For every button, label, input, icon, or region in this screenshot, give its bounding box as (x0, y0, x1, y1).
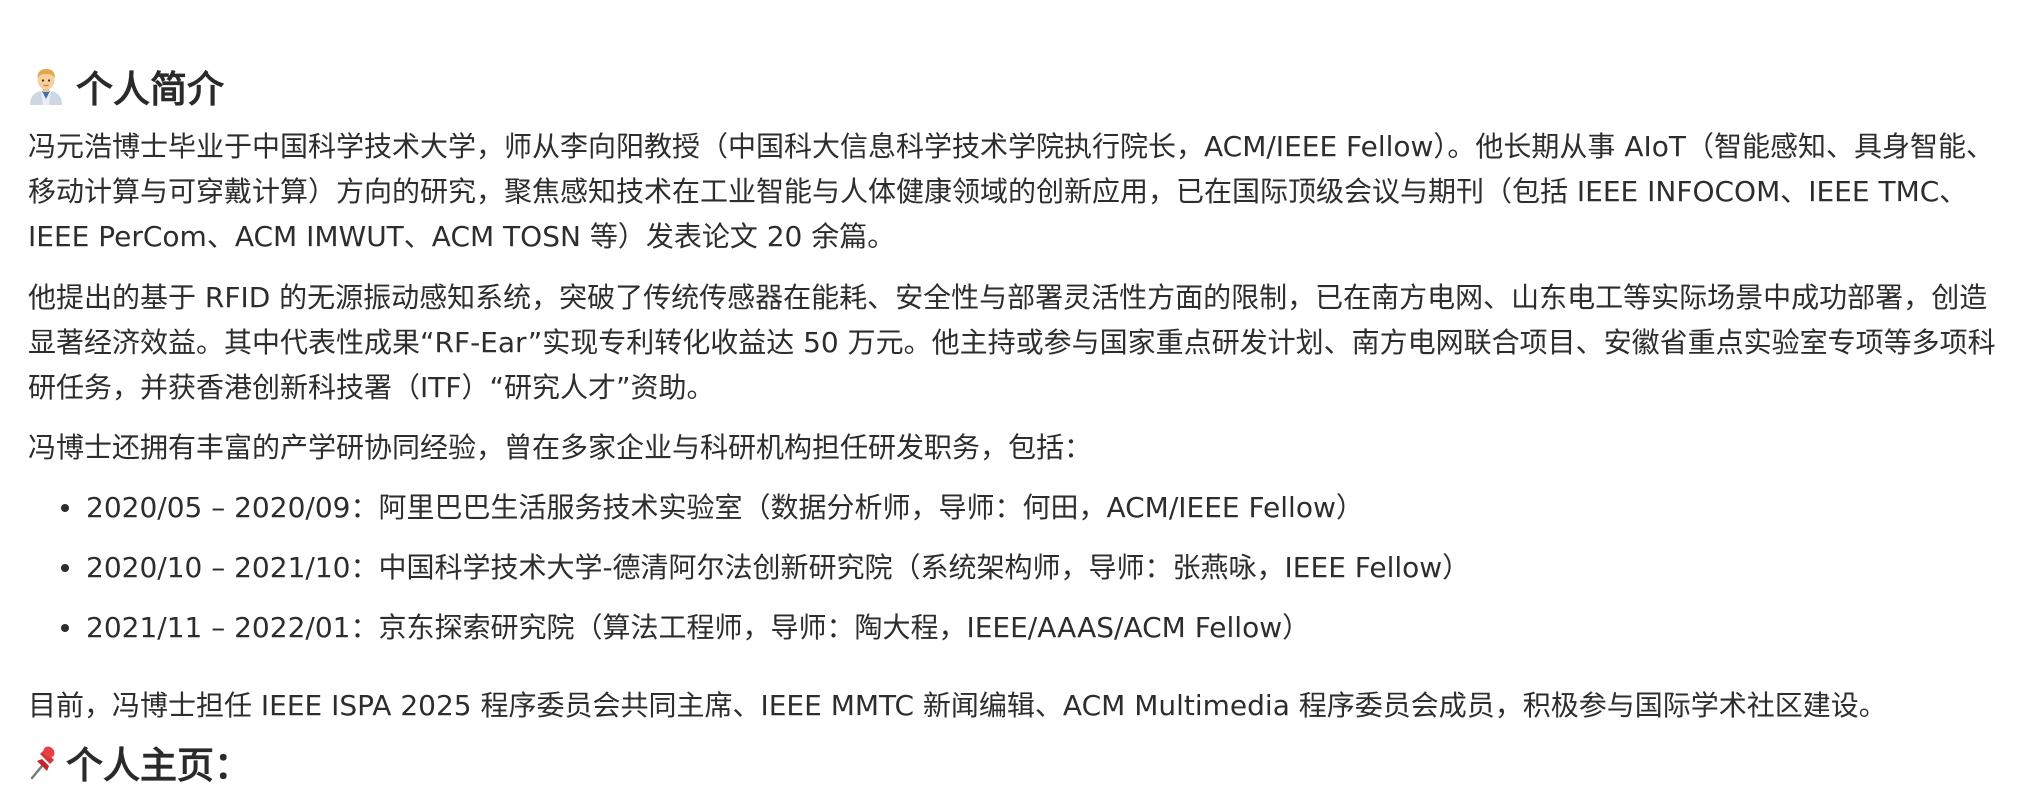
homepage-heading-text: 个人主页： (66, 744, 251, 787)
intro-heading: 个人简介 (28, 58, 224, 114)
homepage-heading: 个人主页： (28, 738, 251, 787)
man-technologist-icon (28, 67, 64, 105)
bullet-icon (61, 564, 69, 572)
list-item: 2020/10 – 2021/10：中国科学技术大学-德清阿尔法创新研究院（系统… (28, 545, 2008, 605)
experience-text: 2020/10 – 2021/10：中国科学技术大学-德清阿尔法创新研究院（系统… (86, 551, 1471, 584)
experience-text: 2021/11 – 2022/01：京东探索研究院（算法工程师，导师：陶大程，I… (86, 611, 1311, 644)
list-item: 2020/05 – 2020/09：阿里巴巴生活服务技术实验室（数据分析师，导师… (28, 485, 2008, 545)
bullet-icon (61, 624, 69, 632)
bio-paragraph-2: 他提出的基于 RFID 的无源振动感知系统，突破了传统传感器在能耗、安全性与部署… (28, 281, 1996, 404)
bullet-icon (61, 504, 69, 512)
bio-paragraph-1: 冯元浩博士毕业于中国科学技术大学，师从李向阳教授（中国科大信息科学技术学院执行院… (28, 130, 1994, 253)
list-item: 2021/11 – 2022/01：京东探索研究院（算法工程师，导师：陶大程，I… (28, 605, 2008, 665)
bio-paragraph-3: 冯博士还拥有丰富的产学研协同经验，曾在多家企业与科研机构担任研发职务，包括： (28, 431, 1093, 464)
experience-text: 2020/05 – 2020/09：阿里巴巴生活服务技术实验室（数据分析师，导师… (86, 491, 1364, 524)
closing-paragraph: 目前，冯博士担任 IEEE ISPA 2025 程序委员会共同主席、IEEE M… (28, 689, 1887, 722)
experience-list: 2020/05 – 2020/09：阿里巴巴生活服务技术实验室（数据分析师，导师… (28, 485, 2008, 665)
intro-heading-text: 个人简介 (76, 68, 224, 111)
pushpin-icon (28, 744, 60, 780)
